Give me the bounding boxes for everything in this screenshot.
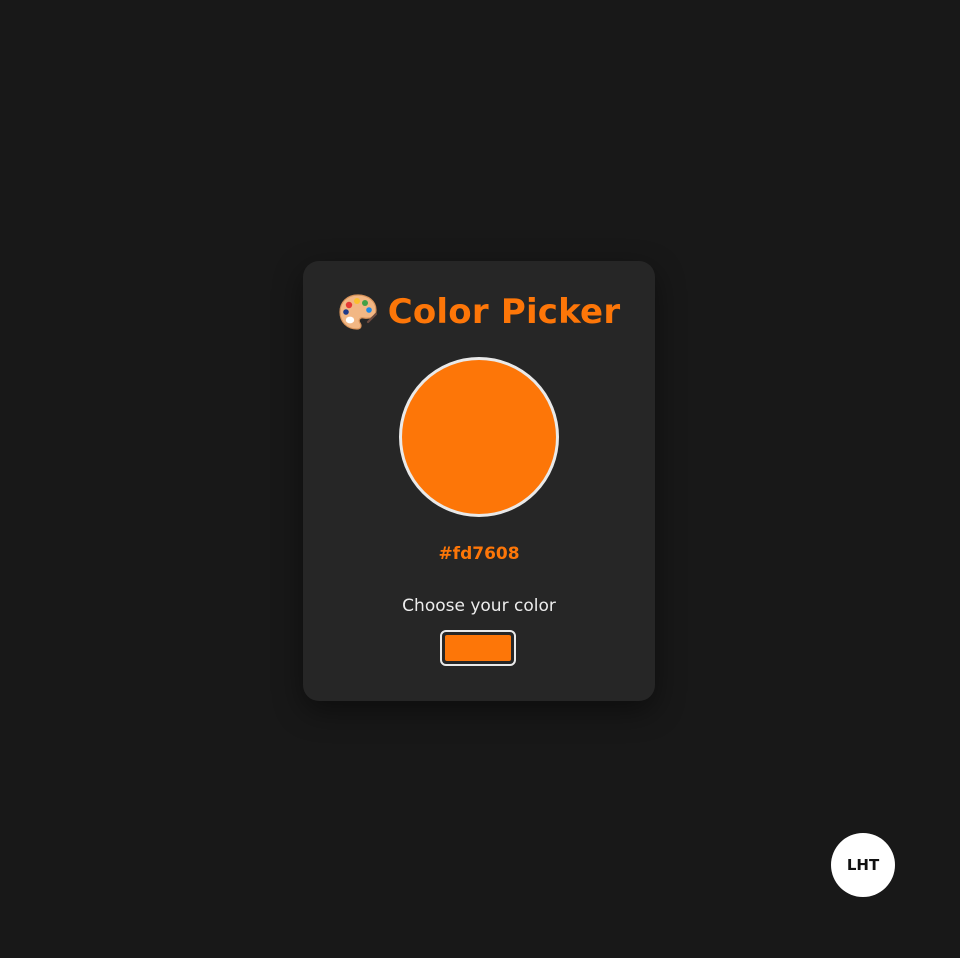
color-input[interactable] (440, 630, 516, 666)
palette-icon (338, 292, 378, 332)
color-input-swatch (445, 635, 511, 661)
hex-value: #fd7608 (438, 544, 520, 564)
avatar-initials: LHT (846, 856, 880, 874)
choose-color-label: Choose your color (402, 596, 556, 616)
page-title: Color Picker (387, 292, 621, 332)
title-row: Color Picker (303, 289, 655, 335)
color-picker-card: Color Picker #fd7608 Choose your color (303, 261, 655, 701)
avatar-button[interactable]: LHT (831, 833, 895, 897)
color-preview-circle (399, 357, 559, 517)
